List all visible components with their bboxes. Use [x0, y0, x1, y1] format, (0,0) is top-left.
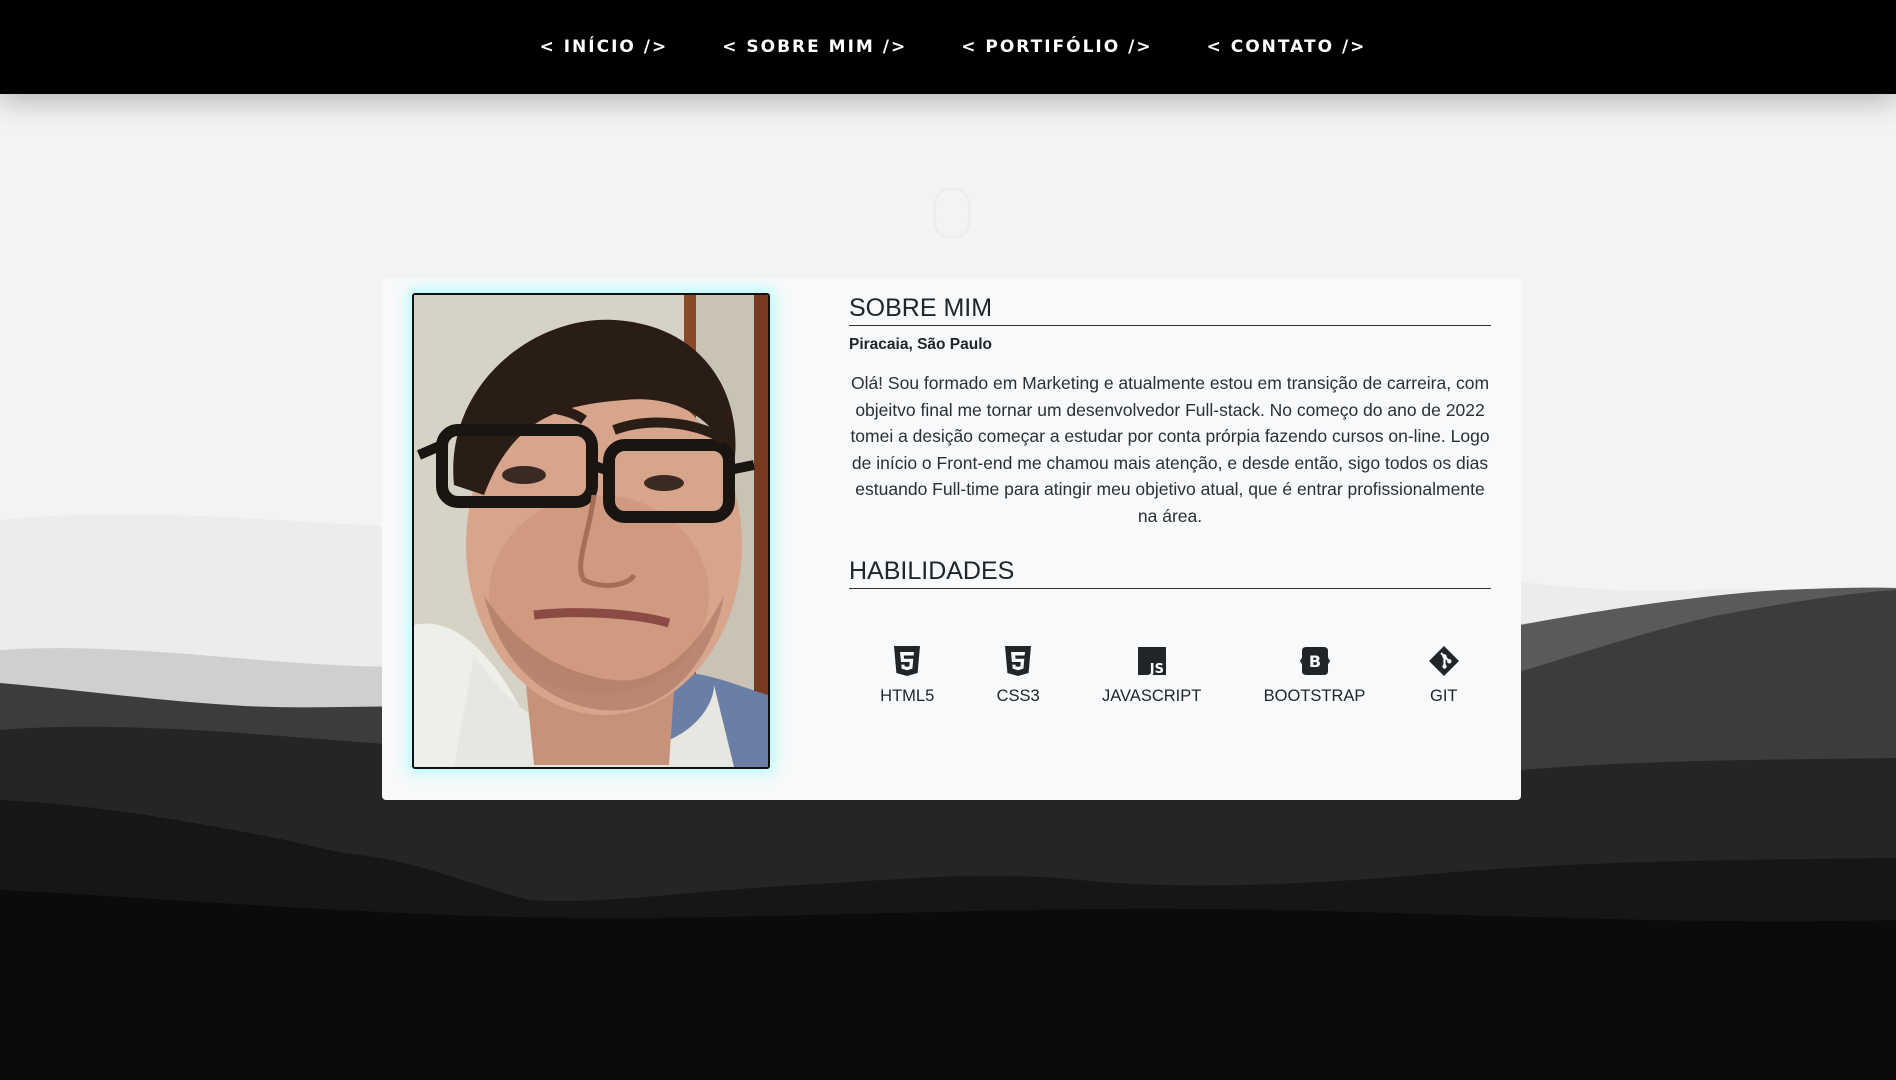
about-card: SOBRE MIM Piracaia, São Paulo Olá! Sou f… — [382, 278, 1521, 800]
nav-item-portifolio: < PORTIFÓLIO /> — [961, 37, 1152, 57]
nav-link-portifolio[interactable]: < PORTIFÓLIO /> — [961, 37, 1152, 57]
skill-javascript: JS JAVASCRIPT — [1102, 645, 1201, 706]
nav-item-sobre-mim: < SOBRE MIM /> — [722, 37, 907, 57]
skill-label: CSS3 — [996, 687, 1040, 705]
bio-text: Olá! Sou formado em Marketing e atualmen… — [850, 373, 1490, 526]
nav-item-inicio: < INÍCIO /> — [540, 37, 669, 57]
css3-icon — [1005, 646, 1032, 676]
javascript-icon: JS — [1137, 647, 1166, 677]
svg-text:B: B — [1308, 652, 1320, 671]
about-title: SOBRE MIM — [849, 293, 1491, 326]
skill-label: JAVASCRIPT — [1102, 687, 1202, 705]
nav-link-contato[interactable]: < CONTATO /> — [1207, 37, 1367, 57]
git-icon — [1428, 646, 1459, 676]
nav-link-sobre-mim[interactable]: < SOBRE MIM /> — [722, 37, 907, 57]
skill-label: GIT — [1430, 687, 1458, 705]
skill-git: GIT — [1428, 645, 1460, 706]
skill-bootstrap: B BOOTSTRAP — [1263, 645, 1366, 706]
profile-photo — [412, 293, 770, 769]
nav-menu: < INÍCIO /> < SOBRE MIM /> < PORTIFÓLIO … — [0, 0, 1896, 94]
scroll-mouse-icon — [934, 188, 970, 238]
about-content: SOBRE MIM Piracaia, São Paulo Olá! Sou f… — [849, 293, 1491, 706]
nav-link-inicio[interactable]: < INÍCIO /> — [540, 37, 669, 57]
skills-list: HTML5 CSS3 JS JAVASCRIPT B BOOTSTRAP GIT — [849, 645, 1491, 706]
html5-icon — [894, 646, 921, 676]
skills-title: HABILIDADES — [849, 556, 1491, 589]
skill-html5: HTML5 — [880, 645, 934, 706]
skill-label: BOOTSTRAP — [1263, 687, 1366, 705]
profile-photo-illustration — [414, 295, 768, 767]
nav-item-contato: < CONTATO /> — [1207, 37, 1367, 57]
bootstrap-icon: B — [1299, 647, 1330, 675]
svg-text:JS: JS — [1148, 662, 1163, 677]
top-navbar: < INÍCIO /> < SOBRE MIM /> < PORTIFÓLIO … — [0, 0, 1896, 94]
skill-css3: CSS3 — [997, 645, 1040, 706]
skill-label: HTML5 — [880, 687, 935, 705]
location-text: Piracaia, São Paulo — [849, 336, 993, 353]
